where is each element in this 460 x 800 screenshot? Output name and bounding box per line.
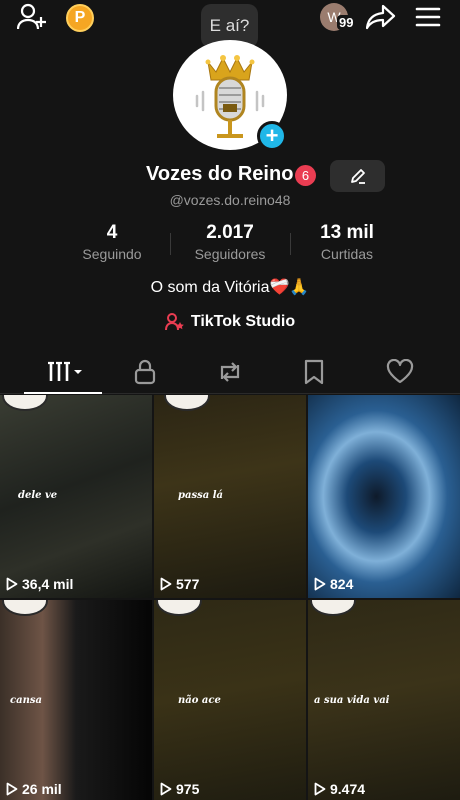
edit-profile-button[interactable]: [330, 160, 385, 192]
avatar-count-badge: 99: [337, 15, 356, 30]
view-count: 975: [160, 781, 199, 797]
view-count: 36,4 mil: [6, 576, 73, 592]
pencil-icon: [350, 169, 365, 184]
video-thumbnail[interactable]: cansa 26 mil: [0, 600, 152, 800]
video-grid: dele ve 36,4 mil passa lá 577 824 cansa …: [0, 395, 460, 800]
name-row: Vozes do Reino 6: [0, 160, 460, 192]
tiktok-studio-link[interactable]: TikTok Studio: [0, 313, 460, 335]
profile-name: Vozes do Reino: [146, 163, 294, 185]
thumbnail-avatar: [156, 600, 202, 616]
video-thumbnail[interactable]: 824: [308, 395, 460, 598]
bookmark-icon: [304, 359, 324, 385]
thumbnail-avatar: [2, 395, 48, 411]
tab-favorites[interactable]: [300, 358, 328, 386]
stat-divider: [170, 233, 171, 255]
stat-following[interactable]: 4 Seguindo: [57, 222, 167, 262]
thumbnail-avatar: [164, 395, 210, 411]
profile-stats: 4 Seguindo 2.017 Seguidores 13 mil Curti…: [0, 222, 460, 266]
top-bar: P E aí? W 99: [0, 0, 460, 48]
thumbnail-avatar: [2, 600, 48, 616]
thumbnail-caption: não ace: [178, 695, 221, 706]
view-count: 577: [160, 576, 199, 592]
tab-private[interactable]: [130, 358, 160, 386]
lock-icon: [134, 359, 156, 385]
play-icon: [314, 782, 326, 796]
notification-badge[interactable]: 6: [295, 165, 316, 186]
stat-label: Seguindo: [82, 246, 142, 262]
thumbnail-caption: a sua vida vai: [314, 695, 390, 706]
thumbnail-avatar: [310, 600, 356, 616]
stat-number: 4: [106, 222, 118, 243]
video-thumbnail[interactable]: dele ve 36,4 mil: [0, 395, 152, 598]
tab-liked[interactable]: [384, 358, 416, 386]
stat-followers[interactable]: 2.017 Seguidores: [175, 222, 285, 262]
view-count: 824: [314, 576, 353, 592]
studio-label: TikTok Studio: [190, 313, 296, 330]
repost-icon: [220, 362, 240, 382]
heart-icon: [386, 359, 414, 384]
play-icon: [160, 577, 172, 591]
view-count: 9.474: [314, 781, 365, 797]
view-count: 26 mil: [6, 781, 62, 797]
menu-icon[interactable]: [414, 4, 442, 30]
profile-handle: @vozes.do.reino48: [169, 192, 291, 208]
video-thumbnail[interactable]: passa lá 577: [154, 395, 306, 598]
add-avatar-button[interactable]: +: [257, 121, 287, 151]
add-friend-icon[interactable]: [16, 3, 48, 31]
stat-number: 2.017: [206, 222, 254, 243]
coin-badge[interactable]: P: [66, 4, 94, 32]
video-thumbnail[interactable]: não ace 975: [154, 600, 306, 800]
tab-videos[interactable]: [40, 358, 86, 386]
grid-icon: [48, 361, 82, 381]
stat-divider: [290, 233, 291, 255]
tab-reposts[interactable]: [214, 358, 246, 386]
stat-label: Seguidores: [194, 246, 266, 262]
share-icon[interactable]: [366, 2, 396, 32]
play-icon: [314, 577, 326, 591]
stat-label: Curtidas: [320, 246, 374, 262]
profile-bio: O som da Vitória❤️‍🩹🙏: [150, 279, 310, 296]
studio-icon: [164, 313, 184, 331]
play-icon: [6, 577, 18, 591]
profile-tabs: [0, 350, 460, 394]
stat-likes[interactable]: 13 mil Curtidas: [292, 222, 402, 262]
stat-number: 13 mil: [320, 222, 374, 243]
play-icon: [6, 782, 18, 796]
active-tab-indicator: [24, 392, 102, 394]
thumbnail-caption: cansa: [10, 695, 42, 706]
play-icon: [160, 782, 172, 796]
thumbnail-caption: passa lá: [178, 490, 223, 501]
video-thumbnail[interactable]: a sua vida vai 9.474: [308, 600, 460, 800]
thumbnail-caption: dele ve: [18, 490, 58, 501]
